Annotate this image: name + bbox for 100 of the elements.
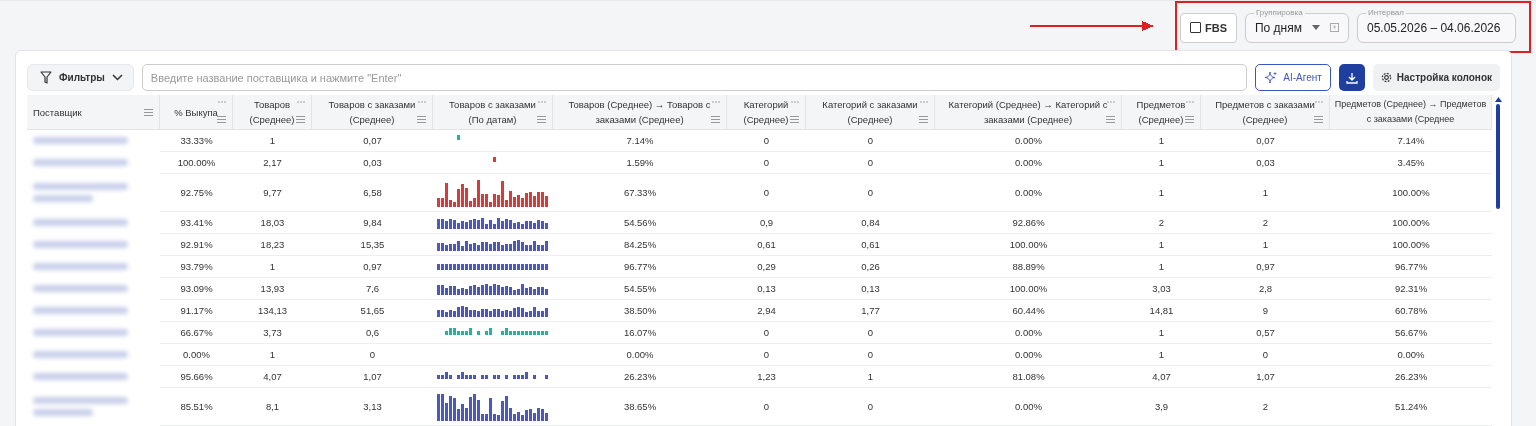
table-cell: 0 [369, 349, 376, 360]
menu-icon [790, 116, 799, 123]
table-cell: 0 [867, 401, 874, 412]
header-label: Товаров (Среднее) [248, 98, 296, 127]
table-cell: 0 [763, 187, 770, 198]
table-cell: 0 [867, 187, 874, 198]
table-cell: 0 [867, 157, 874, 168]
column-header[interactable]: Категорий (Среднее) [727, 95, 806, 130]
scroll-thumb[interactable] [1496, 104, 1500, 209]
table-cell: 1 [269, 135, 276, 146]
table-cell: 1 [1158, 349, 1165, 360]
table-cell: 92.91% [180, 239, 213, 250]
download-button[interactable] [1338, 64, 1365, 91]
header-label: Предметов (Среднее) [1135, 98, 1187, 127]
table-cell: 95.66% [180, 371, 213, 382]
column-settings-button[interactable]: Настройка колонок [1372, 64, 1500, 91]
table-cell: 0 [763, 349, 770, 360]
table-cell: 0,03 [363, 157, 382, 168]
field-legend: Группировка [1254, 7, 1305, 18]
table-cell: 3,03 [1152, 283, 1171, 294]
header-label: Поставщик [33, 105, 82, 120]
table-cell: 16.07% [623, 327, 657, 338]
table-cell: 1 [1158, 187, 1165, 198]
table-cell: 26.23% [1394, 371, 1428, 382]
table-cell: 100.00% [1009, 283, 1048, 294]
gear-icon [1380, 72, 1392, 83]
table-cell: 88.89% [1012, 261, 1045, 272]
search-field[interactable]: Введите название поставщика и нажмите "Enter" [141, 64, 1248, 91]
table-cell: 33.33% [180, 135, 213, 146]
column-header[interactable]: Товаров (Среднее) [233, 95, 312, 130]
table-cell: 0 [763, 135, 770, 146]
table-cell: 100.00% [1392, 239, 1430, 250]
table-cell: 0 [867, 349, 874, 360]
menu-icon [537, 116, 546, 123]
table-cell: 0,9 [759, 217, 774, 228]
table-cell: 1 [1158, 135, 1165, 146]
table-cell: 92.86% [1012, 217, 1045, 228]
column-header[interactable]: Категорий с заказами (Среднее) [806, 95, 935, 130]
caret-icon [1312, 25, 1320, 30]
table-cell: 0 [867, 135, 874, 146]
table-cell: 0,97 [1256, 261, 1275, 272]
column-header[interactable]: Товаров с заказами (Среднее) [312, 95, 433, 130]
fbs-checkbox[interactable]: FBS [1180, 12, 1237, 43]
menu-icon [1314, 116, 1323, 123]
table-cell: 134,13 [257, 305, 288, 316]
select-value: По дням [1255, 20, 1302, 35]
menu-icon [417, 116, 426, 123]
table-cell: 2,94 [757, 305, 776, 316]
table-cell: 8,1 [265, 401, 280, 412]
sparkle-icon [1264, 70, 1279, 85]
table-cell: 0,6 [365, 327, 380, 338]
filters-button[interactable]: Фильтры [27, 64, 134, 91]
column-header[interactable]: Товаров (Среднее) → Товаров с заказами (Среднее) [553, 95, 727, 130]
table-cell: 96.77% [1394, 261, 1428, 272]
table-cell: 100.00% [1392, 187, 1430, 198]
table-cell: 0.00% [1015, 135, 1042, 146]
table-cell: 0.00% [1015, 401, 1042, 412]
header-label: Категорий (Среднее) [742, 98, 790, 127]
menu-icon [144, 109, 153, 116]
table-cell: 100.00% [177, 157, 216, 168]
column-header[interactable]: Предметов (Среднее) [1122, 95, 1201, 130]
table-cell: 0,26 [861, 261, 880, 272]
table-cell: 1,07 [1256, 371, 1275, 382]
ai-agent-button[interactable]: AI-Агент [1255, 64, 1331, 91]
table-cell: 1 [1158, 239, 1165, 250]
blurred-text [33, 195, 93, 202]
table-cell: 0.00% [1015, 327, 1042, 338]
table-cell: 38.50% [623, 305, 657, 316]
table-cell: 1 [867, 371, 874, 382]
column-header[interactable]: Предметов с заказами (Среднее) [1201, 95, 1330, 130]
table-cell: 3.45% [1397, 157, 1425, 168]
chevron-icon [111, 74, 123, 81]
table-cell: 3,13 [363, 401, 382, 412]
column-header[interactable]: Товаров с заказами (По датам) [433, 95, 553, 130]
table-cell: 66.67% [180, 327, 213, 338]
table-cell: 60.78% [1394, 305, 1428, 316]
table-cell: 0,07 [1256, 135, 1275, 146]
download-icon [1345, 71, 1358, 84]
table-cell: 0.00% [1015, 157, 1042, 168]
table-cell: 2 [1262, 217, 1269, 228]
table-cell: 18,03 [260, 217, 285, 228]
table-cell: 0.00% [183, 349, 210, 360]
table-cell: 9 [1262, 305, 1269, 316]
table-cell: 0 [763, 401, 770, 412]
table-cell: 0,13 [861, 283, 880, 294]
table-cell: 54.56% [623, 217, 657, 228]
table-cell: 93.79% [180, 261, 213, 272]
table-cell: 60.44% [1012, 305, 1045, 316]
table-cell: 0 [763, 157, 770, 168]
help-icon [1330, 23, 1339, 32]
table-cell: 1 [1158, 327, 1165, 338]
column-header[interactable]: Поставщик [27, 95, 160, 130]
table-cell: 92.31% [1394, 283, 1428, 294]
table-cell: 1,07 [363, 371, 382, 382]
column-header[interactable]: Категорий (Среднее) → Категорий с заказами (Среднее) [935, 95, 1122, 130]
funnel-icon [40, 71, 52, 84]
column-header[interactable]: % Выкупа [160, 95, 233, 130]
table-cell: 93.09% [180, 283, 213, 294]
table-cell: 93.41% [180, 217, 213, 228]
table-cell: 1,77 [861, 305, 880, 316]
